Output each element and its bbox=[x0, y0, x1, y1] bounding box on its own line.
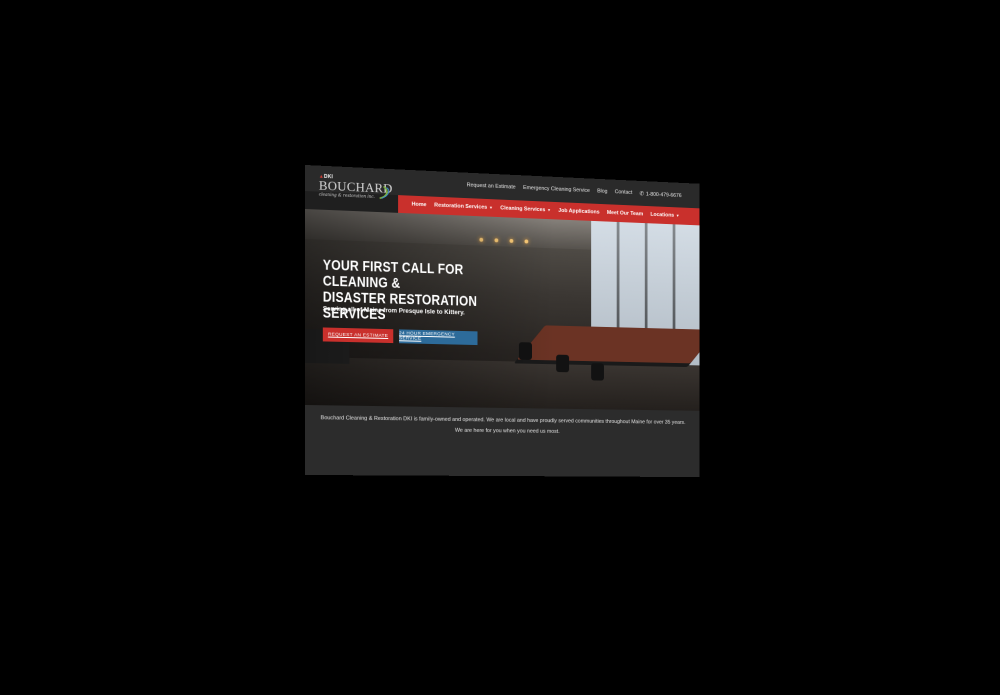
caret-down-icon: ▼ bbox=[489, 204, 493, 210]
request-estimate-button[interactable]: REQUEST AN ESTIMATE bbox=[322, 327, 394, 344]
blog-link[interactable]: Blog bbox=[597, 188, 607, 194]
nav-meet-our-team[interactable]: Meet Our Team bbox=[607, 210, 643, 217]
nav-job-applications[interactable]: Job Applications bbox=[558, 208, 599, 216]
nav-home[interactable]: Home bbox=[412, 202, 427, 209]
phone-link[interactable]: ✆ 1-800-479-6676 bbox=[640, 190, 682, 199]
nav-restoration-services[interactable]: Restoration Services ▼ bbox=[434, 203, 493, 211]
contact-link[interactable]: Contact bbox=[615, 189, 633, 196]
hero-title: YOUR FIRST CALL FOR CLEANING & DISASTER … bbox=[322, 257, 478, 324]
hero-bg-chair bbox=[591, 363, 604, 381]
emergency-service-button[interactable]: 24 HOUR EMERGENCY SERVICE bbox=[399, 329, 478, 346]
phone-icon: ✆ bbox=[639, 190, 645, 197]
hero-section: YOUR FIRST CALL FOR CLEANING & DISASTER … bbox=[305, 209, 700, 411]
intro-text: Bouchard Cleaning & Restoration DKI is f… bbox=[320, 415, 686, 435]
caret-down-icon: ▼ bbox=[675, 213, 680, 218]
intro-section: Bouchard Cleaning & Restoration DKI is f… bbox=[305, 405, 700, 478]
site-logo[interactable]: ▲DKI BOUCHARD cleaning & restoration inc… bbox=[319, 174, 397, 211]
website-mockup: Request an Estimate Emergency Cleaning S… bbox=[305, 165, 700, 478]
request-estimate-link[interactable]: Request an Estimate bbox=[467, 182, 516, 190]
emergency-cleaning-link[interactable]: Emergency Cleaning Service bbox=[523, 185, 590, 194]
nav-cleaning-services[interactable]: Cleaning Services ▼ bbox=[500, 205, 551, 213]
logo-swirl-icon bbox=[378, 184, 392, 200]
phone-number: 1-800-479-6676 bbox=[645, 191, 682, 199]
hero-bg-chair bbox=[556, 354, 570, 373]
caret-down-icon: ▼ bbox=[547, 207, 551, 213]
nav-locations[interactable]: Locations ▼ bbox=[650, 212, 679, 219]
